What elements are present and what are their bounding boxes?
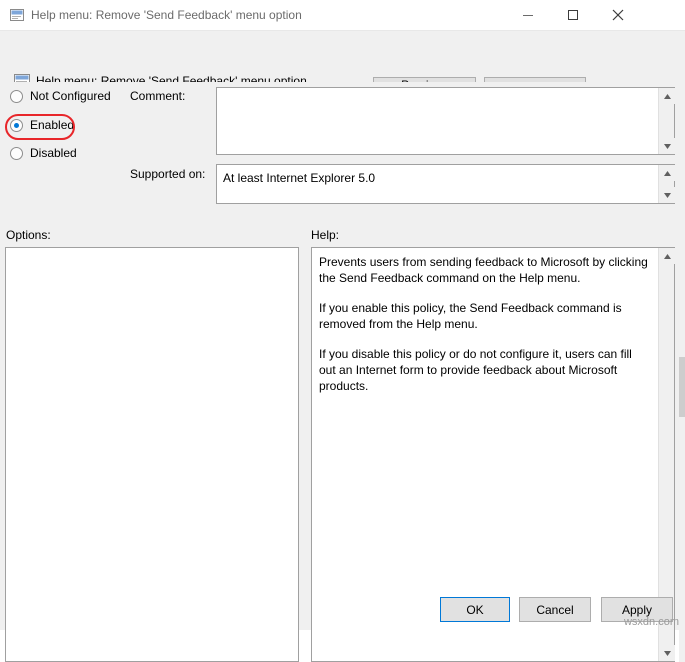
scroll-down-icon[interactable] [659, 187, 675, 203]
supported-on-value: At least Internet Explorer 5.0 [223, 171, 376, 185]
help-label: Help: [311, 228, 340, 242]
scroll-up-icon[interactable] [659, 248, 675, 264]
policy-setting-icon [10, 8, 24, 22]
radio-label: Disabled [30, 146, 77, 160]
scroll-up-icon[interactable] [659, 165, 675, 181]
radio-indicator [10, 147, 23, 160]
comment-field[interactable] [216, 87, 675, 155]
dialog-scrollbar[interactable] [679, 247, 685, 662]
group-policy-setting-dialog: Help menu: Remove 'Send Feedback' menu o… [0, 0, 685, 662]
scroll-up-icon[interactable] [659, 88, 675, 104]
setting-header: Help menu: Remove 'Send Feedback' menu o… [0, 31, 685, 106]
minimize-button[interactable] [505, 0, 550, 30]
help-paragraph: If you disable this policy or do not con… [319, 347, 632, 393]
help-paragraph: If you enable this policy, the Send Feed… [319, 301, 622, 331]
ok-button[interactable]: OK [440, 597, 510, 622]
scroll-down-icon[interactable] [659, 645, 675, 661]
supported-on-label: Supported on: [130, 167, 206, 181]
scroll-down-icon[interactable] [659, 138, 675, 154]
options-panel[interactable] [5, 247, 299, 662]
radio-label: Enabled [30, 118, 75, 132]
radio-label: Not Configured [30, 89, 111, 103]
watermark: wsxdn.com [623, 616, 679, 628]
cancel-button[interactable]: Cancel [519, 597, 591, 622]
supported-on-field[interactable]: At least Internet Explorer 5.0 [216, 164, 675, 204]
window-title: Help menu: Remove 'Send Feedback' menu o… [31, 8, 302, 22]
comment-scrollbar[interactable] [658, 88, 675, 154]
dialog-body: Not Configured Enabled Disabled Comment:… [0, 82, 685, 662]
maximize-button[interactable] [550, 0, 595, 30]
options-label: Options: [6, 228, 51, 242]
close-button[interactable] [595, 0, 640, 30]
radio-indicator [10, 119, 23, 132]
comment-label: Comment: [130, 89, 186, 103]
title-bar: Help menu: Remove 'Send Feedback' menu o… [0, 0, 685, 31]
help-text: Prevents users from sending feedback to … [319, 254, 649, 408]
supported-on-scrollbar[interactable] [658, 165, 675, 203]
help-paragraph: Prevents users from sending feedback to … [319, 255, 648, 285]
radio-indicator [10, 90, 23, 103]
scrollbar-thumb[interactable] [679, 357, 685, 417]
